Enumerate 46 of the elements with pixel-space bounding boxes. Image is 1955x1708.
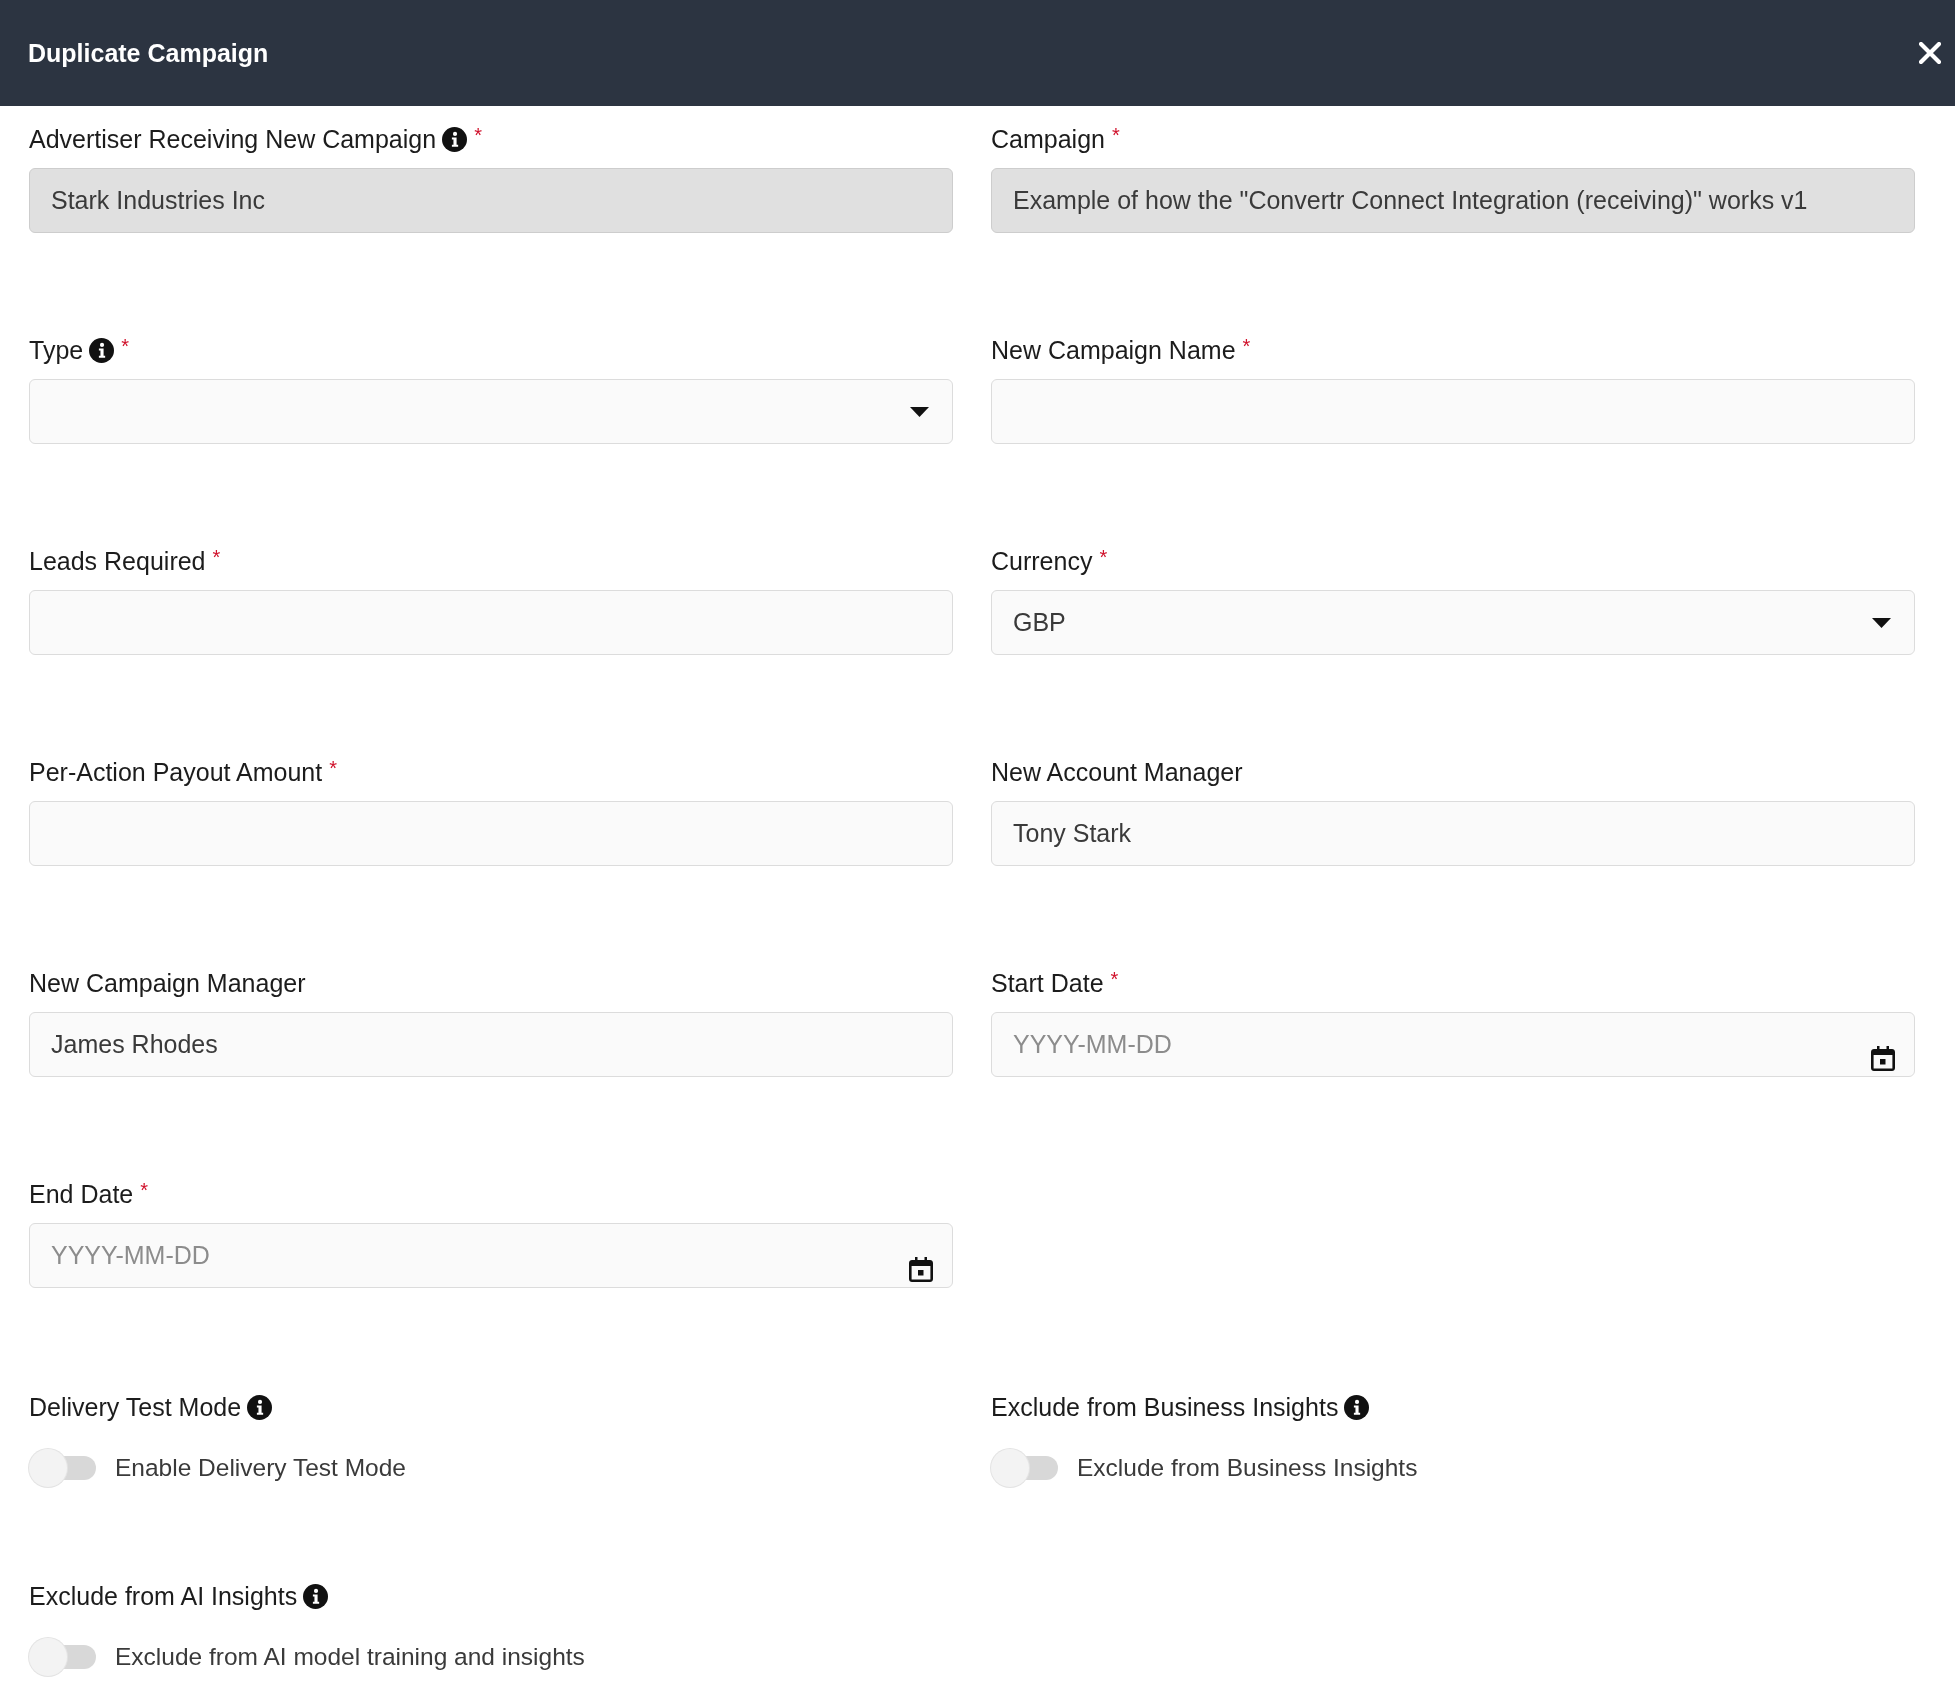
- field-label: Currency: [991, 546, 1093, 576]
- required-mark: *: [1110, 969, 1119, 989]
- dropdown[interactable]: GBP: [991, 590, 1915, 655]
- switch-label: Exclude from AI model training and insights: [115, 1643, 585, 1671]
- field-label: New Campaign Manager: [29, 968, 306, 998]
- switch-label: Enable Delivery Test Mode: [115, 1454, 406, 1482]
- caret-icon: [910, 406, 929, 417]
- toggle-switch[interactable]: [29, 1449, 96, 1487]
- toggle-switch[interactable]: [991, 1449, 1058, 1487]
- info-icon[interactable]: [247, 1394, 273, 1420]
- field-label: Per-Action Payout Amount: [29, 757, 323, 787]
- field-label: Type: [29, 335, 84, 365]
- field-label: Advertiser Receiving New Campaign: [29, 124, 437, 154]
- info-icon[interactable]: [1344, 1394, 1370, 1420]
- required-mark: *: [1242, 336, 1251, 356]
- text-field[interactable]: Tony Stark: [991, 801, 1915, 866]
- field-label: End Date: [29, 1179, 134, 1209]
- caret-icon: [1872, 617, 1891, 628]
- required-mark: *: [329, 758, 337, 778]
- text-field[interactable]: [29, 590, 953, 655]
- field-label: New Campaign Name: [991, 335, 1236, 365]
- text-field[interactable]: James Rhodes: [29, 1012, 953, 1077]
- field-label: Campaign: [991, 124, 1105, 154]
- field-label: Start Date: [991, 968, 1104, 998]
- required-mark: *: [140, 1180, 149, 1200]
- calendar-icon[interactable]: [909, 1257, 933, 1282]
- field-label: New Account Manager: [991, 757, 1243, 787]
- switch-label: Exclude from Business Insights: [1077, 1454, 1418, 1482]
- text-field[interactable]: [991, 379, 1915, 444]
- field-label: Leads Required: [29, 546, 206, 576]
- date-field[interactable]: YYYY-MM-DD: [29, 1223, 953, 1288]
- calendar-icon[interactable]: [1871, 1046, 1895, 1071]
- required-mark: *: [474, 125, 482, 145]
- dialog-title: Duplicate Campaign: [28, 38, 269, 68]
- info-icon[interactable]: [303, 1583, 329, 1609]
- required-mark: *: [212, 547, 221, 567]
- required-mark: *: [1111, 125, 1120, 145]
- required-mark: *: [1099, 547, 1108, 567]
- date-field[interactable]: YYYY-MM-DD: [991, 1012, 1915, 1077]
- required-mark: *: [121, 336, 129, 356]
- toggle-switch[interactable]: [29, 1638, 96, 1676]
- field-label: Exclude from Business Insights: [991, 1392, 1339, 1422]
- text-field[interactable]: [29, 801, 953, 866]
- field-label: Delivery Test Mode: [29, 1392, 242, 1422]
- field-label: Exclude from AI Insights: [29, 1581, 298, 1611]
- info-icon[interactable]: [89, 337, 115, 363]
